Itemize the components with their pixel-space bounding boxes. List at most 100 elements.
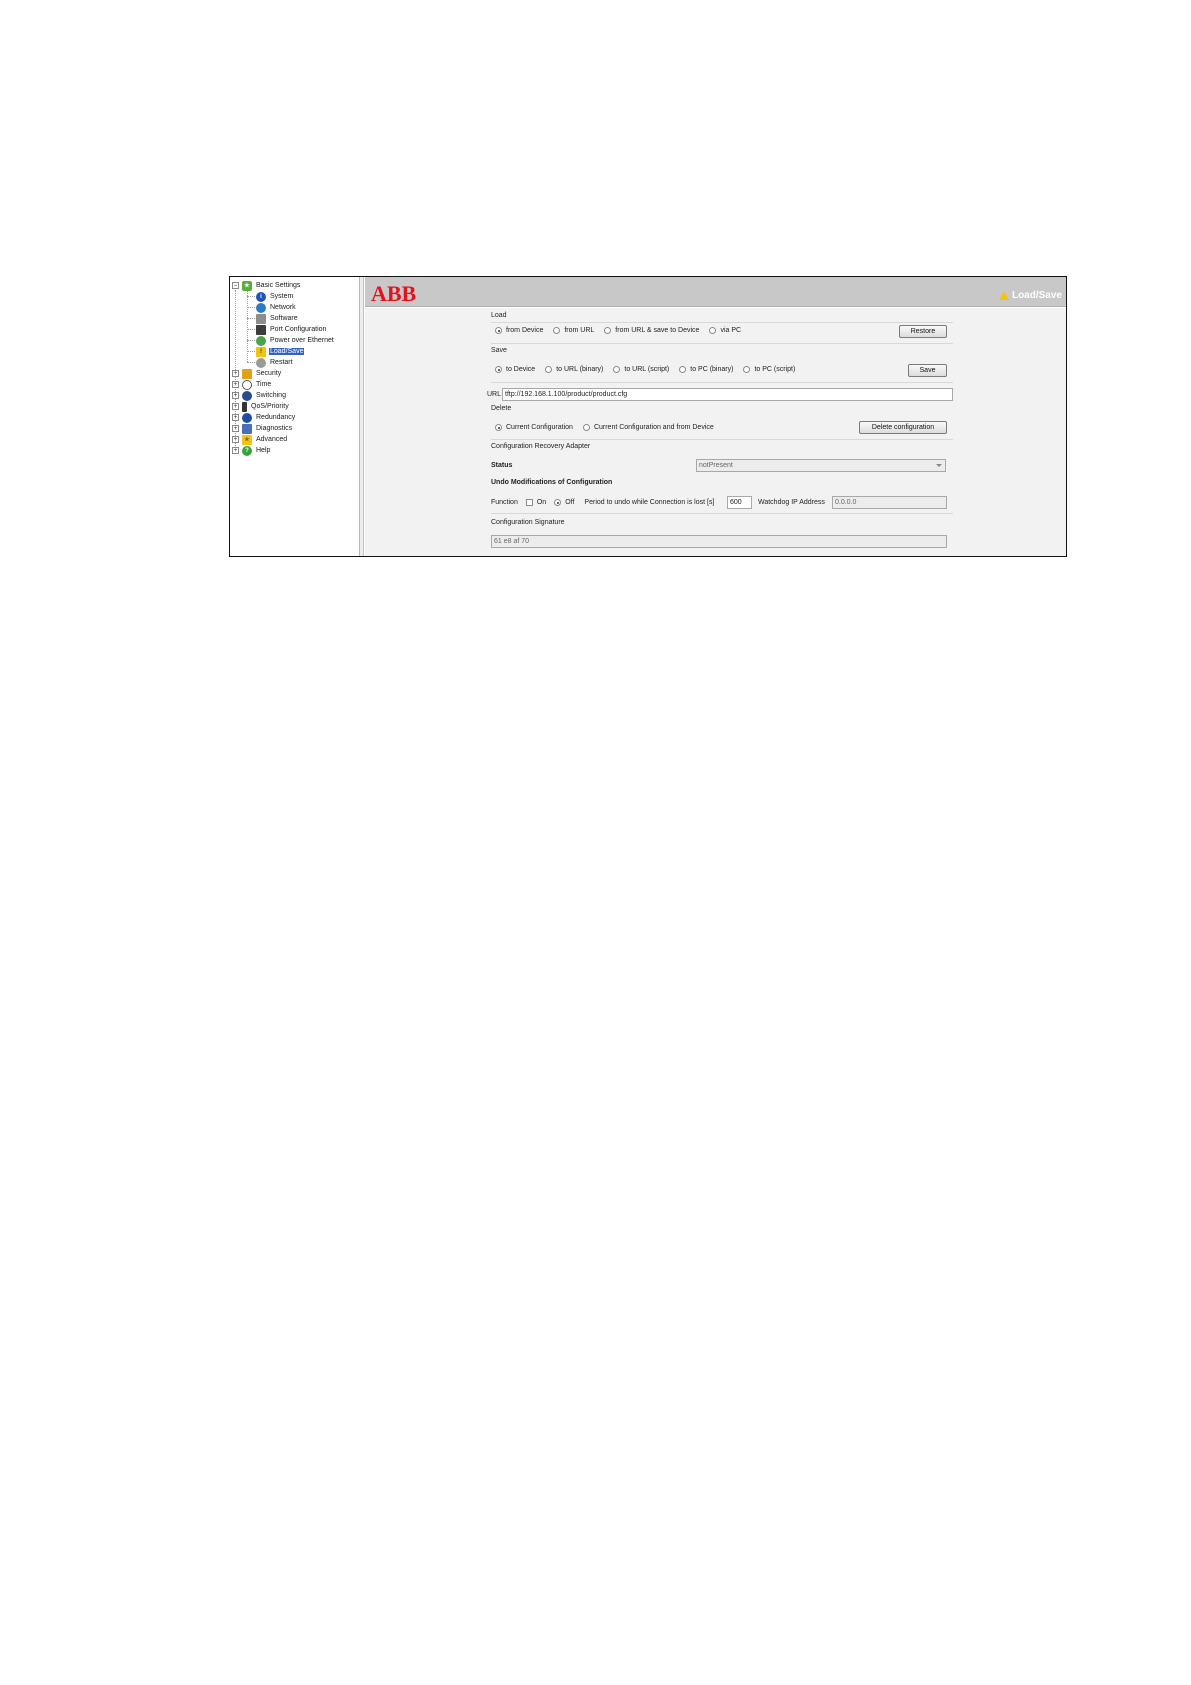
radio-button[interactable]	[495, 327, 502, 334]
period-label: Period to undo while Connection is lost …	[584, 499, 715, 506]
radio-button[interactable]	[613, 366, 621, 373]
radio-save-to-url-binary[interactable]: to URL (binary)	[545, 366, 603, 373]
option-label: On	[536, 499, 547, 506]
tree-node-qos-priority[interactable]: + QoS/Priority	[232, 401, 290, 412]
tree-node-load-save[interactable]: ! Load/Save	[256, 346, 305, 357]
software-icon	[256, 313, 266, 324]
expand-icon[interactable]: +	[232, 392, 239, 399]
expand-icon[interactable]: +	[232, 425, 239, 432]
recovery-heading: Configuration Recovery Adapter	[491, 443, 591, 450]
tree-label: Load/Save	[269, 348, 305, 355]
radio-button[interactable]	[495, 424, 502, 431]
tree-node-help[interactable]: + ? Help	[232, 445, 271, 456]
tree-label: Port Configuration	[270, 326, 327, 333]
radio-button[interactable]	[604, 327, 612, 334]
tree-node-switching[interactable]: + Switching	[232, 390, 287, 401]
tree-node-basic-settings[interactable]: − ★ Basic Settings	[232, 280, 301, 291]
radio-button[interactable]	[554, 499, 562, 506]
splitter[interactable]	[360, 277, 364, 556]
expand-icon[interactable]: +	[232, 414, 239, 421]
tree-label: Advanced	[256, 436, 288, 443]
radio-save-to-pc-binary[interactable]: to PC (binary)	[679, 366, 733, 373]
delete-heading: Delete	[491, 405, 512, 412]
checkbox-on[interactable]: On	[525, 499, 547, 506]
radio-save-to-device[interactable]: to Device	[495, 366, 535, 373]
divider	[491, 439, 953, 440]
radio-button[interactable]	[679, 366, 687, 373]
radio-save-to-pc-script[interactable]: to PC (script)	[743, 366, 795, 373]
tree-node-software[interactable]: Software	[256, 313, 299, 324]
option-label: from Device	[506, 327, 544, 334]
tree-node-network[interactable]: Network	[256, 302, 297, 313]
main-content: Load from Device from URL from URL & sav…	[365, 308, 1066, 556]
tree-label: Help	[256, 447, 271, 454]
collapse-icon[interactable]: −	[232, 282, 239, 289]
radio-button[interactable]	[743, 366, 751, 373]
option-label: Off	[565, 499, 575, 506]
tree-node-port-configuration[interactable]: Port Configuration	[256, 324, 327, 335]
tree-label: System	[270, 293, 294, 300]
expand-icon[interactable]: +	[232, 381, 239, 388]
option-label: to PC (binary)	[690, 366, 734, 373]
radio-button[interactable]	[553, 327, 561, 334]
status-select[interactable]: notPresent	[696, 459, 946, 472]
delete-options: Current Configuration Current Configurat…	[495, 424, 724, 431]
tree-node-diagnostics[interactable]: + Diagnostics	[232, 423, 293, 434]
tree-node-restart[interactable]: Restart	[256, 357, 294, 368]
radio-save-to-url-script[interactable]: to URL (script)	[613, 366, 669, 373]
star-icon: ★	[242, 280, 252, 291]
info-icon: i	[256, 291, 266, 302]
tree-node-power-over-ethernet[interactable]: Power over Ethernet	[256, 335, 335, 346]
radio-load-from-url[interactable]: from URL	[553, 327, 594, 334]
status-value: notPresent	[699, 462, 733, 469]
radio-button[interactable]	[495, 366, 502, 373]
tree-node-system[interactable]: i System	[256, 291, 294, 302]
radio-load-from-url-save[interactable]: from URL & save to Device	[604, 327, 699, 334]
tree-node-security[interactable]: + Security	[232, 368, 282, 379]
divider	[491, 322, 953, 323]
port-icon	[256, 324, 266, 335]
radio-button[interactable]	[582, 424, 590, 431]
tree-node-redundancy[interactable]: + Redundancy	[232, 412, 296, 423]
watchdog-ip-input[interactable]: 0.0.0.0	[832, 496, 947, 509]
tree-node-time[interactable]: + Time	[232, 379, 272, 390]
url-input[interactable]: tftp://192.168.1.100/product/product.cfg	[502, 388, 953, 401]
signature-heading: Configuration Signature	[491, 519, 565, 526]
navigation-tree: − ★ Basic Settings i System Network Soft…	[230, 277, 360, 556]
watchdog-label: Watchdog IP Address	[758, 499, 825, 506]
expand-icon[interactable]: +	[232, 447, 239, 454]
lock-icon	[242, 368, 252, 379]
checkbox[interactable]	[525, 499, 533, 506]
radio-button[interactable]	[709, 327, 717, 334]
radio-delete-current-and-device[interactable]: Current Configuration and from Device	[582, 424, 714, 431]
tree-label: Restart	[270, 359, 293, 366]
restart-icon	[256, 357, 266, 368]
warning-icon: !	[256, 346, 266, 357]
tree-label: QoS/Priority	[251, 403, 289, 410]
radio-button[interactable]	[545, 366, 553, 373]
expand-icon[interactable]: +	[232, 436, 239, 443]
radio-load-from-device[interactable]: from Device	[495, 327, 543, 334]
poe-icon	[256, 335, 266, 346]
radio-off[interactable]: Off	[554, 499, 574, 506]
expand-icon[interactable]: +	[232, 403, 239, 410]
diagnostics-icon	[242, 423, 252, 434]
redundancy-icon	[242, 412, 252, 423]
radio-load-via-pc[interactable]: via PC	[709, 327, 741, 334]
tree-node-advanced[interactable]: + ★ Advanced	[232, 434, 288, 445]
expand-icon[interactable]: +	[232, 370, 239, 377]
option-label: Current Configuration	[506, 424, 573, 431]
period-input[interactable]: 600	[727, 496, 752, 509]
option-label: to URL (script)	[624, 366, 670, 373]
undo-function-row: Function On Off Period to undo while Con…	[491, 499, 714, 506]
chevron-down-icon	[936, 464, 942, 467]
divider	[491, 513, 953, 514]
tree-label: Software	[270, 315, 298, 322]
option-label: to URL (binary)	[556, 366, 604, 373]
save-button[interactable]: Save	[908, 364, 947, 377]
delete-configuration-button[interactable]: Delete configuration	[859, 421, 947, 434]
tree-label: Basic Settings	[256, 282, 301, 289]
switching-icon	[242, 390, 252, 401]
restore-button[interactable]: Restore	[899, 325, 947, 338]
radio-delete-current[interactable]: Current Configuration	[495, 424, 573, 431]
